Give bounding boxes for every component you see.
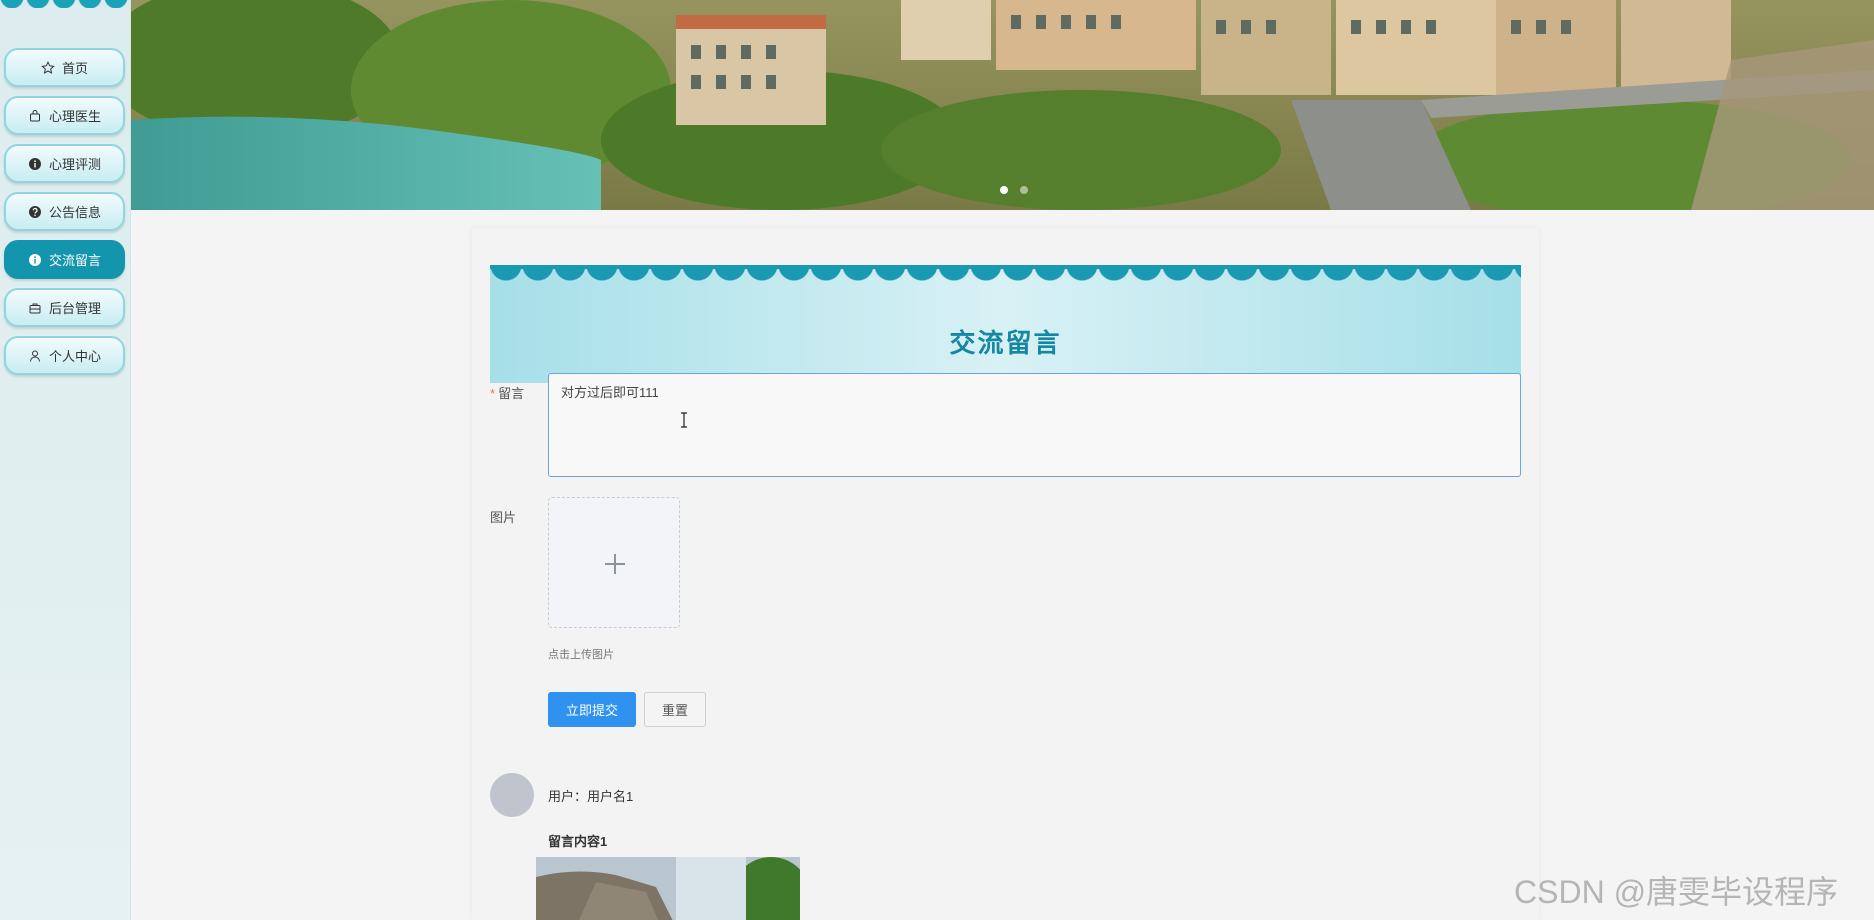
upload-hint: 点击上传图片 xyxy=(548,649,614,661)
question-circle-icon xyxy=(28,205,44,219)
sidebar-item-label: 个人中心 xyxy=(48,349,101,364)
reset-button[interactable]: 重置 xyxy=(644,692,706,727)
info-circle-icon xyxy=(28,253,44,267)
plus-icon-vertical xyxy=(614,554,616,574)
sidebar-item-label: 公告信息 xyxy=(48,205,101,220)
title-bar: 交流留言 xyxy=(490,265,1521,383)
avatar xyxy=(490,773,534,817)
banner-image xyxy=(131,0,1874,210)
sidebar-nav: 首页 心理医生 心理评测 公告信息 交流留言 后台管理 个人中心 xyxy=(4,48,125,384)
message-label-wrap: * 留言 xyxy=(490,383,524,402)
text-cursor-icon xyxy=(681,412,687,428)
submit-button[interactable]: 立即提交 xyxy=(548,692,636,727)
sidebar-item-doctors[interactable]: 心理医生 xyxy=(4,96,125,135)
page: 首页 心理医生 心理评测 公告信息 交流留言 后台管理 个人中心 交流留言 * … xyxy=(0,0,1874,920)
comment-user: 用户：用户名1 xyxy=(548,789,634,804)
star-icon xyxy=(41,60,57,75)
info-circle-icon xyxy=(28,157,44,171)
image-upload[interactable] xyxy=(548,497,680,628)
briefcase-icon xyxy=(28,301,44,315)
comment-image xyxy=(536,857,800,920)
bag-icon xyxy=(28,109,44,123)
sidebar-item-label: 首页 xyxy=(61,61,88,76)
required-mark: * xyxy=(490,386,496,401)
message-label: 留言 xyxy=(498,386,525,401)
message-textarea[interactable]: 对方过后即可111 xyxy=(548,373,1521,477)
sidebar-scallop-decoration xyxy=(0,0,131,8)
comment-content: 留言内容1 xyxy=(548,834,608,849)
sidebar-item-label: 心理医生 xyxy=(48,109,101,124)
title-strip xyxy=(490,265,1521,269)
watermark: CSDN @唐雯毕设程序 xyxy=(1514,874,1839,910)
image-label: 图片 xyxy=(490,510,517,525)
sidebar-item-assessment[interactable]: 心理评测 xyxy=(4,144,125,183)
sidebar-item-label: 交流留言 xyxy=(48,253,101,268)
page-title: 交流留言 xyxy=(949,328,1062,358)
sidebar-item-messages[interactable]: 交流留言 xyxy=(4,240,125,279)
sidebar-item-profile[interactable]: 个人中心 xyxy=(4,336,125,375)
user-icon xyxy=(28,349,44,363)
banner-carousel[interactable] xyxy=(131,0,1874,210)
sidebar-item-announcements[interactable]: 公告信息 xyxy=(4,192,125,231)
sidebar-item-label: 心理评测 xyxy=(48,157,101,172)
sidebar-item-label: 后台管理 xyxy=(48,301,101,316)
message-card: 交流留言 * 留言 对方过后即可111 图片 点击上传图片 立即提交 重置 用户：… xyxy=(472,228,1539,920)
sidebar-item-admin[interactable]: 后台管理 xyxy=(4,288,125,327)
sidebar-item-home[interactable]: 首页 xyxy=(4,48,125,87)
sidebar: 首页 心理医生 心理评测 公告信息 交流留言 后台管理 个人中心 xyxy=(0,0,131,920)
